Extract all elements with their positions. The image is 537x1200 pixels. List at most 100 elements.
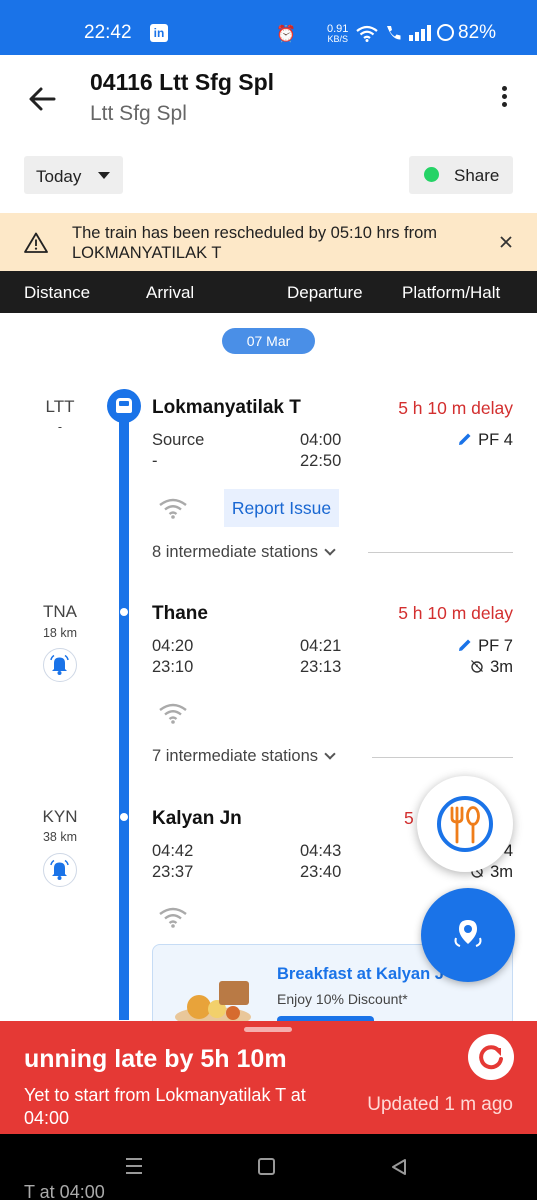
halt-label: 3m (490, 863, 513, 881)
refresh-icon (479, 1045, 503, 1070)
edit-icon (459, 433, 471, 445)
timer-icon (471, 660, 484, 673)
divider (372, 757, 513, 758)
arrival-expected: 04:42 (152, 842, 194, 860)
station-code: TNA (43, 602, 77, 621)
promo-title: Breakfast at Kalyan J (277, 965, 444, 983)
status-bar: 22:42 in ⏰ 0.91 KB/S 82% (0, 0, 537, 55)
station-code: LTT (45, 397, 75, 416)
arrival-expected: 04:20 (152, 637, 194, 655)
halt-label: 3m (490, 658, 513, 676)
net-speed-unit: KB/S (327, 34, 348, 44)
wifi-calling-icon (387, 26, 401, 40)
intermediate-stations-toggle[interactable]: 8 intermediate stations (152, 543, 336, 562)
drag-handle[interactable] (244, 1027, 292, 1032)
departure-expected: 04:43 (300, 842, 342, 860)
station-dot (120, 813, 128, 821)
signal-icon (409, 25, 431, 41)
live-location-button[interactable] (421, 888, 515, 982)
station-distance: 38 km (42, 830, 78, 844)
station-distance: 18 km (42, 626, 78, 640)
platform-info[interactable]: PF 4 (458, 431, 513, 450)
chevron-down-icon (324, 544, 336, 556)
day-selector-label: Today (36, 167, 82, 186)
platform-label: PF 4 (478, 431, 513, 449)
intermediate-label: 7 intermediate stations (152, 747, 319, 765)
bell-icon (50, 859, 69, 880)
date-pill: 07 Mar (222, 328, 315, 354)
col-departure: Departure (287, 283, 363, 302)
departure-expected: 04:21 (300, 637, 342, 655)
route-track (119, 400, 129, 1020)
late-detail: Yet to start from Lokmanyatilak T at 04:… (24, 1085, 306, 1128)
departure-scheduled: 23:13 (300, 658, 342, 676)
day-selector[interactable]: Today (24, 156, 123, 194)
arrival-scheduled: 23:10 (152, 658, 194, 676)
station-name: Kalyan Jn (152, 808, 242, 829)
reschedule-alert: The train has been rescheduled by 05:10 … (0, 213, 537, 271)
alarm-bell-button[interactable] (43, 853, 77, 887)
departure-scheduled: 22:50 (300, 452, 342, 470)
back-triangle-icon[interactable] (389, 1157, 409, 1177)
column-headers: Distance Arrival Departure Platform/Halt (0, 271, 537, 313)
report-issue-button[interactable]: Report Issue (224, 489, 339, 527)
back-arrow-icon[interactable] (24, 81, 60, 117)
warning-icon (24, 232, 48, 253)
fork-spoon-icon (450, 806, 480, 844)
station-name: Lokmanyatilak T (152, 397, 301, 418)
promo-subtitle: Enjoy 10% Discount* (277, 991, 408, 1007)
train-subtitle: Ltt Sfg Spl (90, 102, 187, 125)
delay-text: 5 (404, 808, 414, 828)
location-pin-icon (454, 920, 482, 947)
network-speed: 0.91 KB/S (327, 24, 348, 44)
wifi-icon (159, 703, 187, 724)
platform-info[interactable]: PF 7 (458, 637, 513, 656)
station-code: KYN (42, 807, 78, 826)
share-button[interactable]: Share (409, 156, 513, 194)
alert-message: The train has been rescheduled by 05:10 … (72, 224, 438, 262)
departure-scheduled: 23:40 (300, 863, 342, 881)
running-late-banner[interactable]: unning late by 5h 10m Yet to start from … (0, 1021, 537, 1134)
linkedin-icon: in (150, 24, 168, 42)
refresh-button[interactable] (468, 1034, 514, 1080)
station-distance: - (57, 420, 63, 434)
platform-label: PF 7 (478, 637, 513, 655)
arrival-scheduled: 23:37 (152, 863, 194, 881)
train-title: 04116 Ltt Sfg Spl (90, 69, 275, 95)
col-arrival: Arrival (146, 283, 195, 302)
wifi-icon (159, 498, 187, 519)
recents-icon[interactable] (124, 1156, 144, 1176)
late-headline: unning late by 5h 10m (24, 1045, 287, 1073)
share-label: Share (454, 166, 500, 185)
train-position-icon (107, 389, 141, 423)
caret-down-icon (98, 172, 110, 179)
intermediate-label: 8 intermediate stations (152, 543, 319, 561)
alarm-vibrate-icons: ⏰ (276, 26, 300, 43)
alarm-bell-button[interactable] (43, 648, 77, 682)
col-platform: Platform/Halt (402, 283, 501, 302)
close-icon[interactable] (498, 234, 514, 250)
intermediate-stations-toggle[interactable]: 7 intermediate stations (152, 747, 336, 766)
arrival-scheduled: - (152, 452, 158, 470)
arrival-expected: Source (152, 431, 205, 449)
home-icon[interactable] (258, 1158, 275, 1175)
clock: 22:42 (84, 22, 132, 43)
station-name: Thane (152, 603, 208, 624)
station-dot (120, 608, 128, 616)
battery-icon (437, 24, 454, 41)
ghost-text: T at 04:00 (24, 1182, 105, 1200)
delay-text: 5 h 10 m delay (398, 398, 513, 418)
bell-icon (50, 654, 69, 675)
app-header: 04116 Ltt Sfg Spl Ltt Sfg Spl (0, 55, 537, 145)
departure-expected: 04:00 (300, 431, 342, 449)
edit-icon (459, 639, 471, 651)
wifi-status-icon (356, 25, 378, 42)
whatsapp-icon (424, 167, 439, 182)
wifi-icon (159, 907, 187, 928)
food-order-button[interactable] (417, 776, 513, 872)
delay-text: 5 h 10 m delay (398, 603, 513, 623)
halt-info: 3m (470, 658, 513, 677)
chevron-down-icon (324, 748, 336, 760)
more-options-icon[interactable] (494, 83, 514, 113)
col-distance: Distance (24, 283, 91, 302)
